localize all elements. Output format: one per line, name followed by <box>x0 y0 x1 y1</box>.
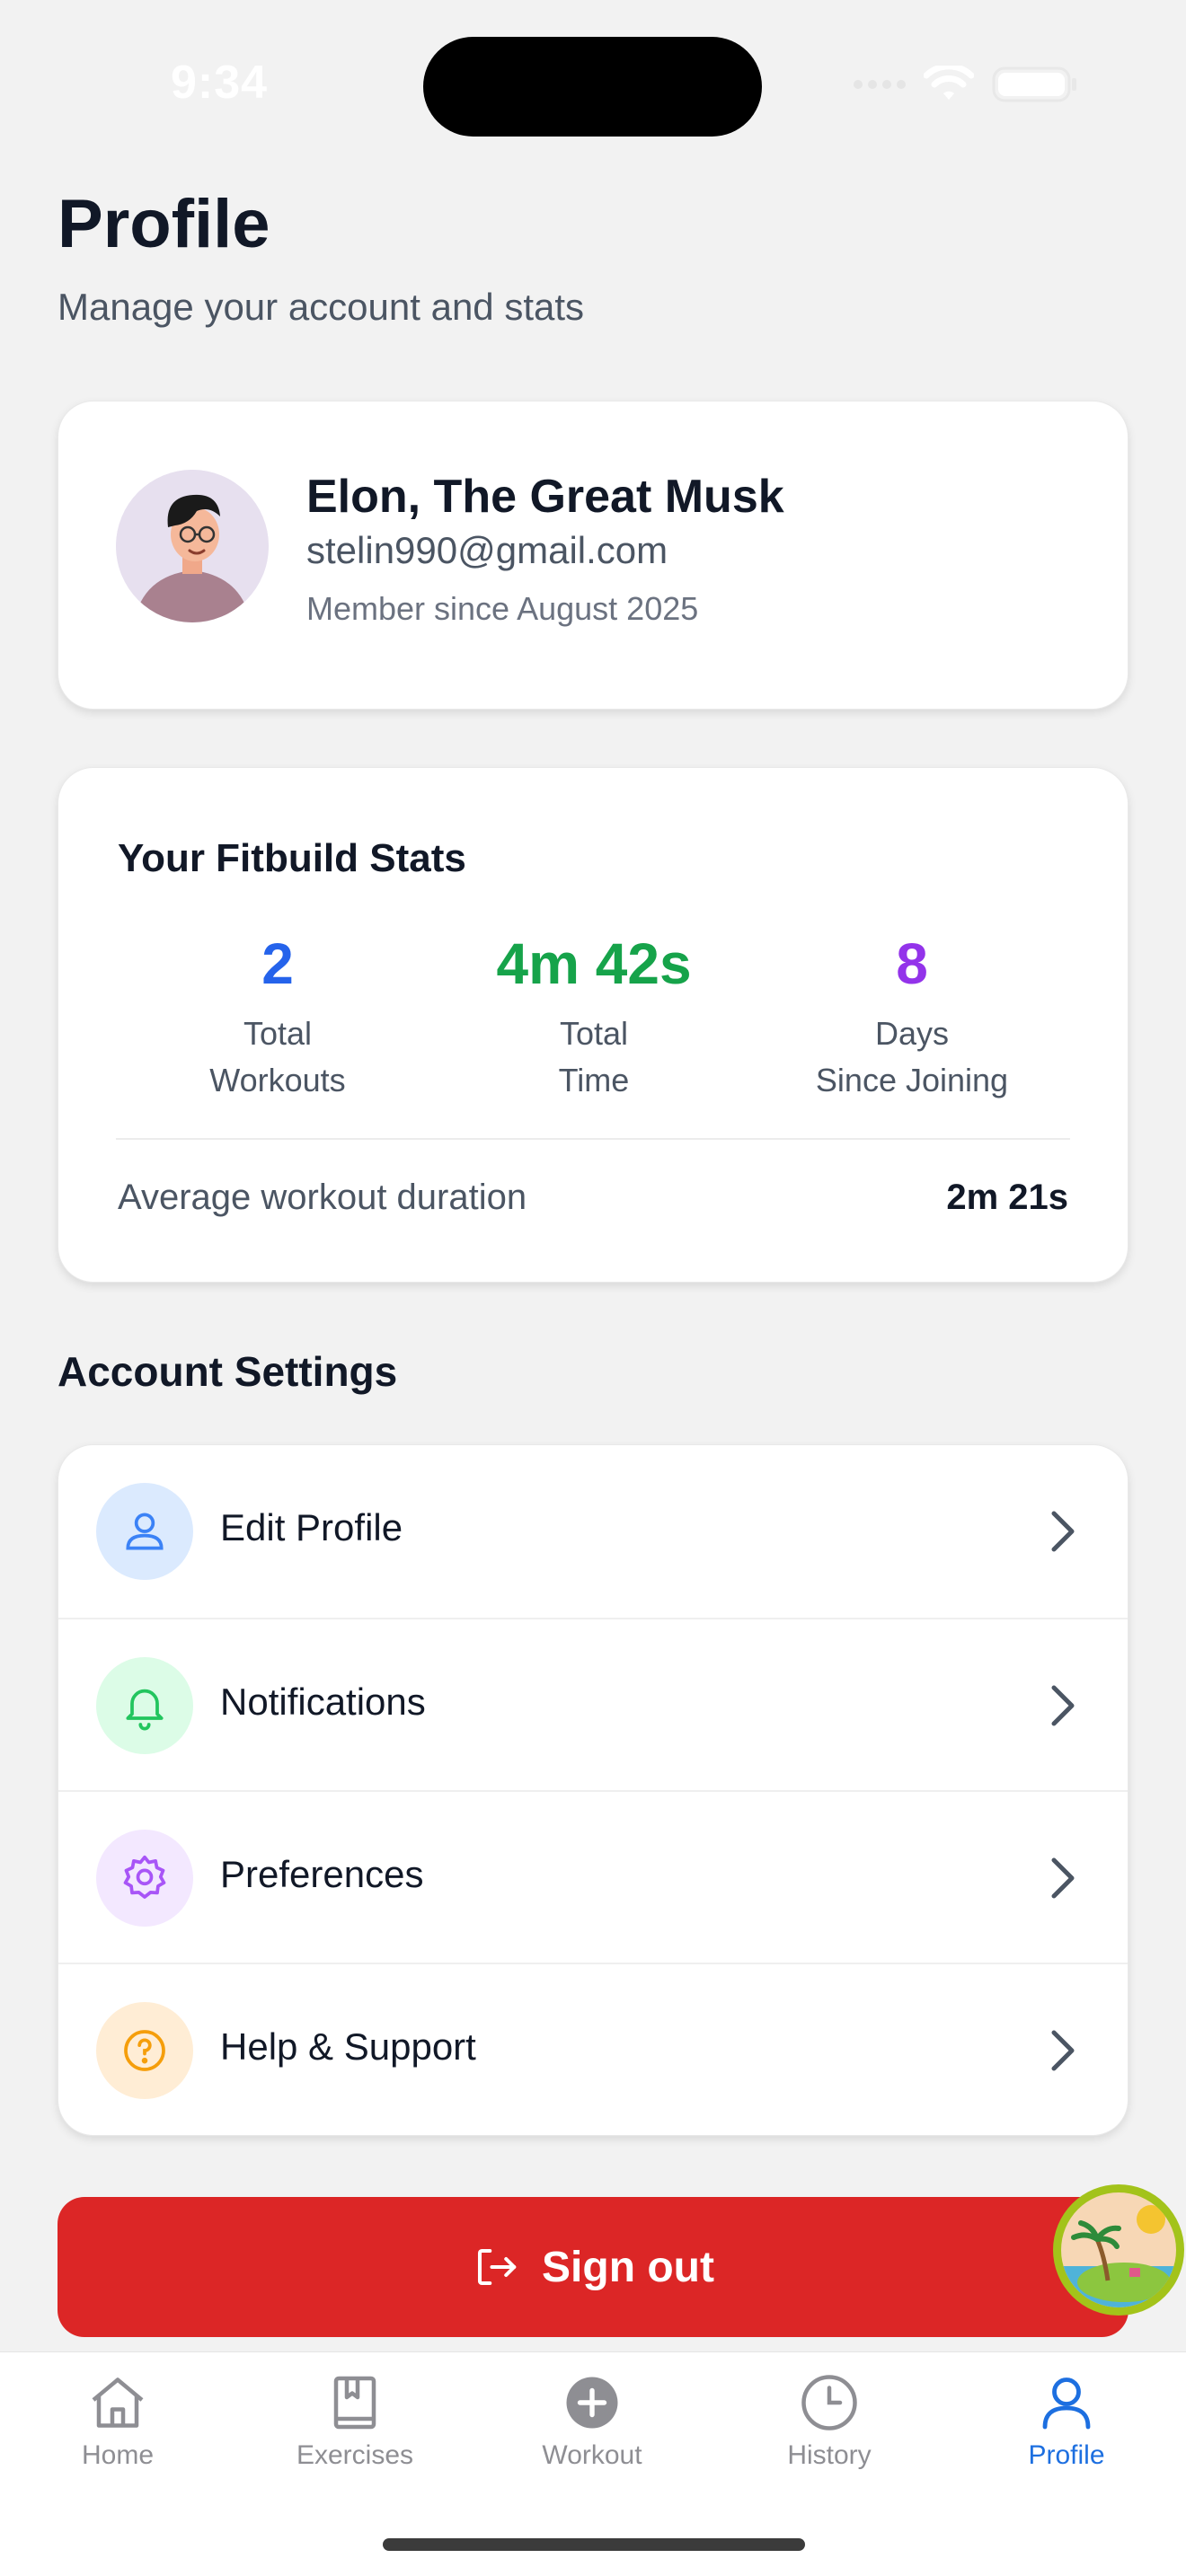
setting-edit-profile[interactable]: Edit Profile <box>58 1445 1128 1618</box>
profile-card: Elon, The Great Musk stelin990@gmail.com… <box>58 401 1128 710</box>
cellular-signal-icon <box>854 80 906 89</box>
gear-icon <box>96 1830 193 1927</box>
user-name: Elon, The Great Musk <box>306 471 784 523</box>
tab-label: Workout <box>542 2440 642 2470</box>
status-time: 9:34 <box>171 57 269 109</box>
chevron-right-icon <box>1051 2030 1075 2071</box>
tab-home[interactable]: Home <box>28 2370 208 2471</box>
stat-label: Total Time <box>432 1010 756 1104</box>
tab-label: Exercises <box>296 2440 414 2470</box>
log-out-icon <box>477 2248 517 2286</box>
stat-label-line2: Since Joining <box>815 1062 1009 1098</box>
page-subtitle: Manage your account and stats <box>58 286 585 328</box>
stat-total-workouts: 2 Total Workouts <box>116 935 439 1104</box>
floating-avatar-button[interactable] <box>1053 2184 1184 2316</box>
sign-out-label: Sign out <box>542 2243 714 2291</box>
stat-total-time: 4m 42s Total Time <box>432 935 756 1104</box>
stat-value: 8 <box>896 931 928 996</box>
battery-icon <box>992 66 1076 102</box>
help-circle-icon <box>96 2002 193 2099</box>
dynamic-island <box>423 37 762 137</box>
account-settings-heading: Account Settings <box>58 1348 398 1395</box>
user-icon <box>96 1483 193 1580</box>
average-duration-value: 2m 21s <box>946 1178 1068 1217</box>
profile-screen: 9:34 Profile Manage your account and sta… <box>0 0 1186 2576</box>
setting-notifications[interactable]: Notifications <box>58 1618 1128 1790</box>
chevron-right-icon <box>1051 1685 1075 1726</box>
user-icon <box>1042 2378 1091 2430</box>
book-icon <box>333 2376 376 2430</box>
wifi-icon <box>924 66 974 100</box>
stat-value: 2 <box>261 931 294 996</box>
stat-value: 4m 42s <box>496 931 692 996</box>
stat-label-line2: Workouts <box>209 1062 346 1098</box>
tab-label: Profile <box>1028 2440 1105 2470</box>
setting-help-support[interactable]: Help & Support <box>58 1963 1128 2135</box>
stat-label-line1: Total <box>559 1015 629 1052</box>
page-title: Profile <box>58 186 270 262</box>
divider <box>116 1138 1070 1140</box>
tab-workout[interactable]: Workout <box>502 2370 682 2471</box>
stat-label-line1: Days <box>874 1015 950 1052</box>
setting-label: Help & Support <box>220 2025 476 2068</box>
stats-card: Your Fitbuild Stats 2 Total Workouts 4m … <box>58 767 1128 1283</box>
settings-list: Edit Profile Notifications Preferences H… <box>58 1444 1128 2136</box>
stat-label: Total Workouts <box>116 1010 439 1104</box>
setting-label: Notifications <box>220 1681 426 1723</box>
sign-out-button[interactable]: Sign out <box>58 2197 1128 2337</box>
home-indicator[interactable] <box>383 2538 805 2551</box>
beach-island-icon <box>1061 2192 1176 2307</box>
average-duration-label: Average workout duration <box>118 1178 527 1217</box>
setting-label: Preferences <box>220 1853 424 1895</box>
stat-label: Days Since Joining <box>750 1010 1074 1104</box>
tab-history[interactable]: History <box>739 2370 919 2471</box>
stat-label-line2: Time <box>558 1062 630 1098</box>
stat-days-since-joining: 8 Days Since Joining <box>750 935 1074 1104</box>
stat-label-line1: Total <box>243 1015 313 1052</box>
setting-preferences[interactable]: Preferences <box>58 1790 1128 1963</box>
home-icon <box>92 2378 144 2428</box>
plus-circle-icon <box>566 2377 618 2429</box>
setting-label: Edit Profile <box>220 1506 403 1548</box>
bell-icon <box>96 1657 193 1754</box>
member-since: Member since August 2025 <box>306 590 699 627</box>
stats-title: Your Fitbuild Stats <box>118 836 466 880</box>
tab-exercises[interactable]: Exercises <box>265 2370 445 2471</box>
tab-label: Home <box>81 2440 155 2470</box>
avatar <box>116 470 269 622</box>
user-email: stelin990@gmail.com <box>306 529 668 571</box>
tab-label: History <box>787 2440 872 2470</box>
status-indicators <box>854 65 1078 104</box>
chevron-right-icon <box>1051 1511 1075 1552</box>
clock-icon <box>801 2375 857 2430</box>
chevron-right-icon <box>1051 1857 1075 1899</box>
tab-profile[interactable]: Profile <box>977 2370 1156 2471</box>
